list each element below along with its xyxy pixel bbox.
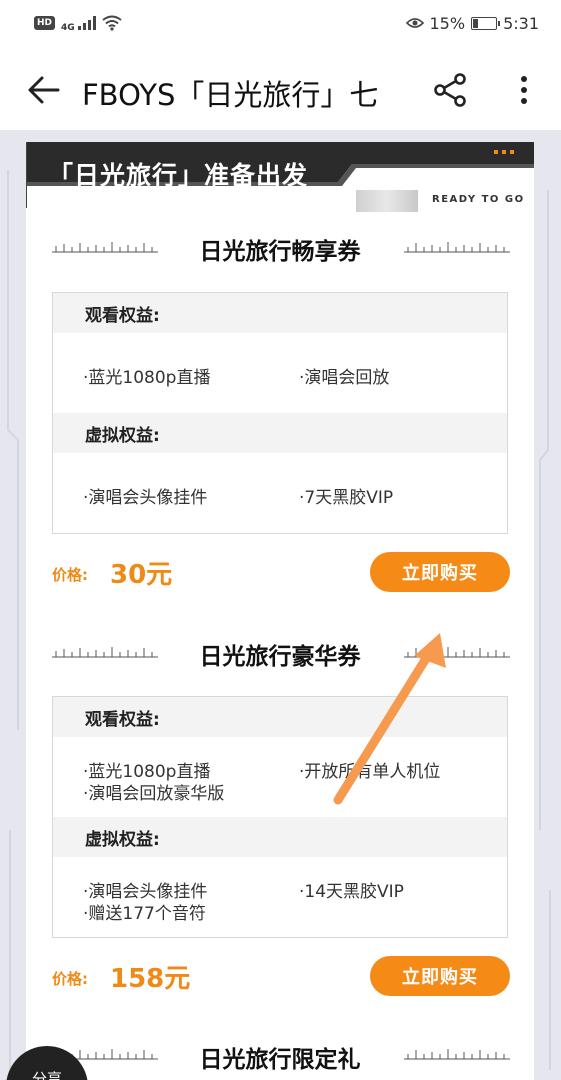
status-bar: HD 4G 15% 5:31 xyxy=(0,0,561,46)
ticket-title: 日光旅行豪华券 xyxy=(199,644,361,670)
benefit-item: ·7天黑胶VIP xyxy=(299,488,394,508)
price-label: 价格: xyxy=(52,970,88,988)
signal-icon xyxy=(77,16,96,30)
hd-badge: HD xyxy=(34,16,56,30)
more-vertical-icon[interactable] xyxy=(506,70,542,110)
buy-button[interactable]: 立即购买 xyxy=(370,956,510,996)
app-bar: FBOYS「日光旅行」七 xyxy=(0,46,561,130)
ticket-title: 日光旅行畅享券 xyxy=(199,239,361,265)
battery-icon xyxy=(471,16,501,30)
page-title: FBOYS「日光旅行」七 xyxy=(82,78,379,112)
buy-button[interactable]: 立即购买 xyxy=(370,552,510,592)
battery-percent: 15% xyxy=(429,13,466,33)
benefit-box: 观看权益: ·蓝光1080p直播 ·演唱会回放 虚拟权益: ·演唱会头像挂件 ·… xyxy=(52,292,508,534)
benefit-box: 观看权益: ·蓝光1080p直播 ·开放所有单人机位 ·演唱会回放豪华版 虚拟权… xyxy=(52,696,508,938)
ticket-title: 日光旅行限定礼 xyxy=(199,1047,361,1073)
virtual-benefits-list: ·演唱会头像挂件 ·7天黑胶VIP xyxy=(53,453,507,533)
network-type: 4G xyxy=(61,23,75,33)
watch-benefits-heading: 观看权益: xyxy=(53,697,507,737)
benefit-item: ·演唱会回放 xyxy=(299,368,390,388)
clock: 5:31 xyxy=(503,13,539,33)
back-arrow-icon[interactable] xyxy=(24,70,64,110)
benefit-item: ·演唱会头像挂件 xyxy=(83,488,208,508)
status-left: HD 4G xyxy=(34,13,122,33)
price-label: 价格: xyxy=(52,566,88,584)
eye-comfort-icon xyxy=(405,18,424,28)
price-value: 158元 xyxy=(110,964,191,994)
benefit-item: ·赠送177个音符 xyxy=(83,904,206,924)
watch-benefits-heading: 观看权益: xyxy=(53,293,507,333)
header-tagline: READY TO GO xyxy=(432,194,525,205)
virtual-benefits-list: ·演唱会头像挂件 ·14天黑胶VIP ·赠送177个音符 xyxy=(53,857,507,937)
price-value: 30元 xyxy=(110,560,173,590)
virtual-benefits-heading: 虚拟权益: xyxy=(53,817,507,857)
benefit-item: ·14天黑胶VIP xyxy=(299,882,404,902)
benefit-item: ·开放所有单人机位 xyxy=(299,762,441,782)
status-right: 15% 5:31 xyxy=(405,13,539,33)
virtual-benefits-heading: 虚拟权益: xyxy=(53,413,507,453)
page-background: 「日光旅行」准备出发 READY TO GO 日光旅行畅享券 观看权益: ·蓝光… xyxy=(0,130,561,1080)
benefit-item: ·演唱会回放豪华版 xyxy=(83,784,225,804)
benefit-item: ·蓝光1080p直播 xyxy=(83,368,211,388)
header-title: 「日光旅行」准备出发 xyxy=(48,161,309,190)
share-icon[interactable] xyxy=(430,70,470,110)
watch-benefits-list: ·蓝光1080p直播 ·演唱会回放 xyxy=(53,333,507,413)
blurred-logo xyxy=(356,190,418,212)
watch-benefits-list: ·蓝光1080p直播 ·开放所有单人机位 ·演唱会回放豪华版 xyxy=(53,737,507,817)
ticket-card: 「日光旅行」准备出发 READY TO GO 日光旅行畅享券 观看权益: ·蓝光… xyxy=(26,142,534,1080)
wifi-icon xyxy=(102,15,122,31)
